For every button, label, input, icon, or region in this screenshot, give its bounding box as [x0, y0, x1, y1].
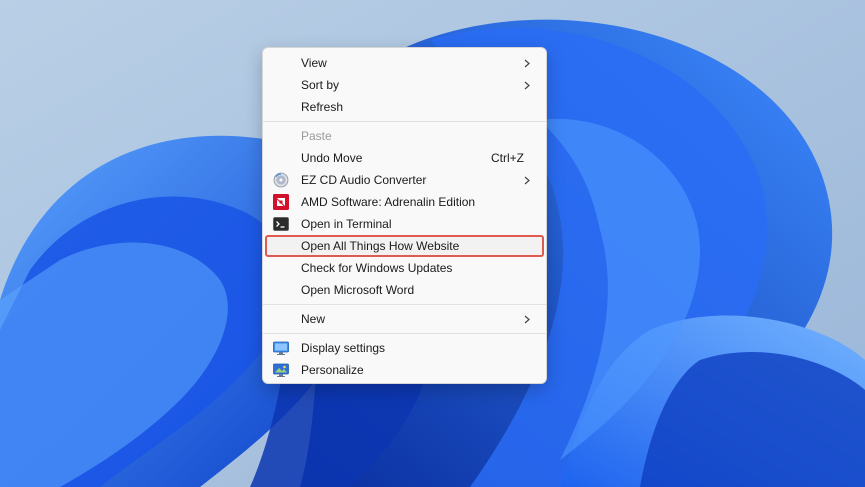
- terminal-icon: [273, 216, 289, 232]
- menu-item-label: Personalize: [301, 363, 364, 377]
- menu-item-ez-cd-audio-converter[interactable]: EZ CD Audio Converter: [265, 169, 544, 191]
- chevron-right-icon: [524, 74, 532, 96]
- menu-item-label: Open in Terminal: [301, 217, 392, 231]
- menu-item-label: New: [301, 312, 326, 326]
- menu-item-label: Undo Move: [301, 151, 363, 165]
- menu-item-refresh[interactable]: Refresh: [265, 96, 544, 118]
- display-icon: [273, 340, 289, 356]
- menu-item-label: View: [301, 56, 327, 70]
- chevron-right-icon: [524, 52, 532, 74]
- chevron-right-icon: [524, 169, 532, 191]
- menu-item-label: Open Microsoft Word: [301, 283, 415, 297]
- menu-item-label: Display settings: [301, 341, 386, 355]
- amd-icon: [273, 194, 289, 210]
- chevron-right-icon: [524, 308, 532, 330]
- menu-item-label: Refresh: [301, 100, 344, 114]
- menu-item-open-all-things-how-website[interactable]: Open All Things How Website: [265, 235, 544, 257]
- menu-separator: [263, 121, 546, 122]
- menu-item-view[interactable]: View: [265, 52, 544, 74]
- menu-item-display-settings[interactable]: Display settings: [265, 337, 544, 359]
- menu-item-personalize[interactable]: Personalize: [265, 359, 544, 381]
- menu-item-open-microsoft-word[interactable]: Open Microsoft Word: [265, 279, 544, 301]
- desktop-context-menu: View Sort by Refresh Paste Undo Move Ctr…: [262, 47, 547, 384]
- menu-item-sort-by[interactable]: Sort by: [265, 74, 544, 96]
- menu-separator: [263, 333, 546, 334]
- menu-item-paste: Paste: [265, 125, 544, 147]
- desktop[interactable]: View Sort by Refresh Paste Undo Move Ctr…: [0, 0, 865, 487]
- menu-item-label: EZ CD Audio Converter: [301, 173, 427, 187]
- menu-item-open-in-terminal[interactable]: Open in Terminal: [265, 213, 544, 235]
- menu-item-label: Open All Things How Website: [301, 239, 460, 253]
- menu-item-label: Paste: [301, 129, 332, 143]
- menu-item-check-for-windows-updates[interactable]: Check for Windows Updates: [265, 257, 544, 279]
- menu-item-label: AMD Software: Adrenalin Edition: [301, 195, 476, 209]
- menu-item-new[interactable]: New: [265, 308, 544, 330]
- menu-item-label: Check for Windows Updates: [301, 261, 453, 275]
- cd-icon: [273, 172, 289, 188]
- menu-item-undo-move[interactable]: Undo Move Ctrl+Z: [265, 147, 544, 169]
- menu-item-label: Sort by: [301, 78, 340, 92]
- menu-separator: [263, 304, 546, 305]
- shortcut-text: Ctrl+Z: [491, 151, 524, 165]
- personalize-icon: [273, 362, 289, 378]
- menu-item-amd-software[interactable]: AMD Software: Adrenalin Edition: [265, 191, 544, 213]
